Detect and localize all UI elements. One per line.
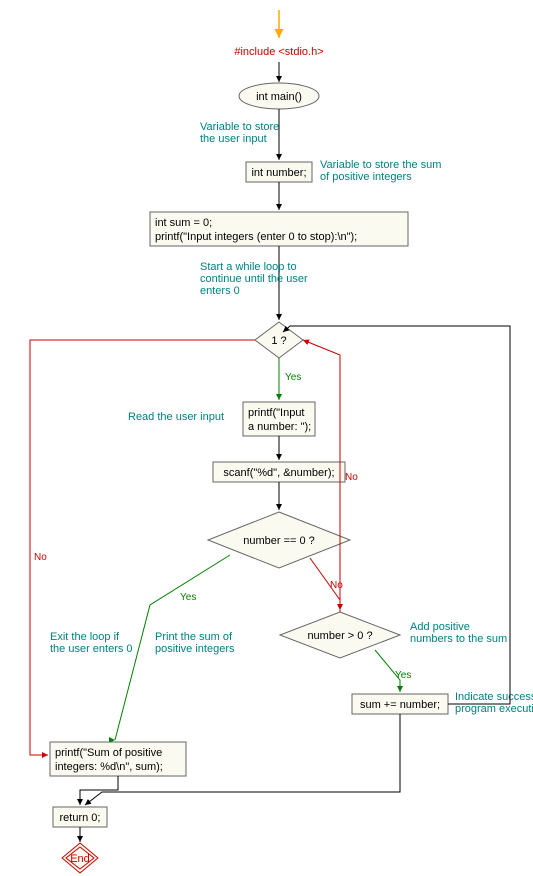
comment-read: Read the user input	[128, 411, 224, 423]
sum-inc-label: sum += number;	[360, 699, 440, 711]
main-label: int main()	[256, 91, 302, 103]
yes-label: Yes	[180, 592, 196, 603]
comment-add: Add positive numbers to the sum	[410, 621, 507, 645]
scanf-label: scanf("%d", &number);	[223, 467, 334, 479]
edge	[80, 776, 118, 805]
yes-label: Yes	[395, 670, 411, 681]
include-node: #include <stdio.h>	[234, 46, 323, 58]
no-label: No	[330, 580, 343, 591]
decl-number-label: int number;	[251, 167, 306, 179]
end-label: End	[70, 853, 90, 865]
cond-zero-label: number == 0 ?	[243, 535, 315, 547]
comment-var-sum: Variable to store the sum of positive in…	[320, 159, 445, 183]
comment-while: Start a while loop to continue until the…	[200, 261, 311, 297]
cond-positive-label: number > 0 ?	[307, 630, 372, 642]
return-label: return 0;	[60, 812, 101, 824]
comment-exit: Exit the loop if the user enters 0	[50, 631, 133, 655]
flowchart-canvas: #include <stdio.h> int main() Variable t…	[0, 0, 533, 876]
comment-success: Indicate successful program execution	[455, 691, 533, 715]
edge-no-loop-exit	[30, 340, 255, 755]
no-label: No	[34, 552, 47, 563]
comment-print-sum: Print the sum of positive integers	[155, 631, 235, 655]
yes-label: Yes	[285, 372, 301, 383]
comment-var-input: Variable to store the user input	[200, 121, 282, 145]
no-label: No	[345, 472, 358, 483]
cond-one-label: 1 ?	[271, 335, 286, 347]
